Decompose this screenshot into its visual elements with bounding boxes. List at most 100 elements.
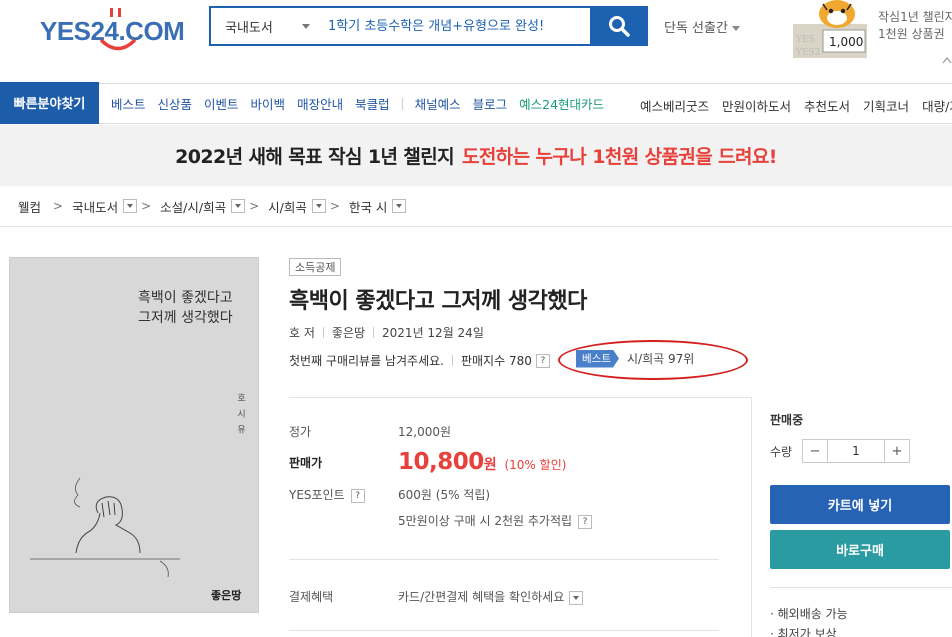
quick-category-button[interactable]: 빠른분야찾기 xyxy=(0,81,99,124)
book-meta: 호 저 좋은땅 2021년 12월 24일 xyxy=(289,324,484,341)
main-nav: 빠른분야찾기 베스트 신상품 이벤트 바이백 매장안내 북클럽 채널예스 블로그… xyxy=(0,81,952,124)
sale-status: 판매중 xyxy=(770,413,804,427)
quantity-input[interactable]: 1 xyxy=(827,440,885,462)
promo-tiger-image[interactable]: YES YES2 1,000 xyxy=(793,0,867,58)
cover-publisher: 좋은땅 xyxy=(211,589,242,602)
challenge-banner[interactable]: 2022년 새해 목표 작심 1년 챌린지 도전하는 누구나 1천원 상품권을 … xyxy=(0,125,952,186)
nav-item-channel[interactable]: 채널예스 xyxy=(415,94,461,113)
logo-smile-icon xyxy=(100,39,136,51)
cover-title-line1: 흑백이 좋겠다고 xyxy=(138,290,233,306)
nav-right-menu: 예스베리굿즈 만원이하도서 추천도서 기획코너 대량/기 xyxy=(640,96,952,115)
breadcrumb-dropdown-icon[interactable] xyxy=(231,199,246,213)
promo-amount: 1,000 xyxy=(829,35,864,49)
discount-rate: (10% 할인) xyxy=(504,458,567,472)
promo-text[interactable]: 작심1년 챌린지 1천원 상품권 xyxy=(878,9,952,43)
nav-item-store[interactable]: 매장안내 xyxy=(297,94,343,113)
yes24-logo[interactable]: YES24.COM xyxy=(40,8,185,53)
payment-benefit-value: 카드/간편결제 혜택을 확인하세요 xyxy=(398,590,565,604)
extra-point-text: 5만원이상 구매 시 2천원 추가적립 xyxy=(398,514,573,528)
info-divider xyxy=(289,559,719,560)
highlight-ellipse xyxy=(558,340,748,380)
chevron-right-icon: > xyxy=(249,199,260,213)
info-divider xyxy=(289,630,719,631)
sales-index: 판매지수 780 xyxy=(460,354,532,368)
yes-point-label: YES포인트 xyxy=(289,488,345,502)
nav-item-under10k[interactable]: 만원이하도서 xyxy=(722,96,791,115)
quantity-minus-button[interactable]: − xyxy=(803,440,827,462)
chevron-down-icon xyxy=(731,26,740,31)
logo-marks-icon xyxy=(110,8,121,17)
search-category-label: 국내도서 xyxy=(225,20,273,36)
chevron-right-icon: > xyxy=(329,199,340,213)
tiger-mascot-icon: YES YES2 xyxy=(793,0,867,58)
book-title: 흑백이 좋겠다고 그저께 생각했다 xyxy=(289,289,587,314)
chevron-down-icon[interactable] xyxy=(569,590,584,605)
help-icon[interactable]: ? xyxy=(350,488,365,503)
promo-line2: 1천원 상품권 xyxy=(878,27,945,41)
nav-item-best[interactable]: 베스트 xyxy=(111,94,146,113)
nav-separator xyxy=(401,97,403,110)
nav-item-planning[interactable]: 기획코너 xyxy=(863,96,909,115)
nav-item-buyback[interactable]: 바이백 xyxy=(251,94,286,113)
deduction-badge: 소득공제 xyxy=(289,258,342,276)
cover-title-line2: 그저께 생각했다 xyxy=(138,310,233,326)
search-category-select[interactable]: 국내도서 xyxy=(211,8,316,44)
sale-price-value: 10,800 xyxy=(398,449,484,475)
nav-item-card[interactable]: 예스24현대카드 xyxy=(519,94,604,113)
breadcrumb-item-korean-poetry[interactable]: 한국 시 xyxy=(349,197,387,216)
payment-benefit-label: 결제혜택 xyxy=(289,590,334,604)
quantity-label: 수량 xyxy=(770,445,793,459)
yes-point-label-row: YES포인트? xyxy=(289,486,365,503)
nav-item-goods[interactable]: 예스베리굿즈 xyxy=(640,96,709,115)
quantity-stepper: − 1 + xyxy=(802,439,910,463)
search-input[interactable] xyxy=(316,8,590,44)
overseas-shipping-note: · 해외배송 가능 xyxy=(770,607,848,621)
svg-text:YES2: YES2 xyxy=(795,48,820,58)
book-date: 2021년 12월 24일 xyxy=(382,326,484,340)
list-price-value: 12,000원 xyxy=(398,425,452,439)
quantity-plus-button[interactable]: + xyxy=(885,440,909,462)
scroll-up-arrow-icon[interactable] xyxy=(942,47,952,87)
curation-menu[interactable]: 단독 선출간 xyxy=(664,17,740,36)
book-cover-image[interactable]: 흑백이 좋겠다고 그저께 생각했다 호 시 유 좋은땅 xyxy=(9,257,259,613)
breadcrumb-item-literature[interactable]: 소설/시/희곡 xyxy=(160,197,226,216)
nav-item-blog[interactable]: 블로그 xyxy=(473,94,508,113)
nav-item-bulk[interactable]: 대량/기 xyxy=(922,96,952,115)
banner-text-main: 2022년 새해 목표 작심 1년 챌린지 xyxy=(175,146,455,168)
review-prompt-link[interactable]: 첫번째 구매리뷰를 남겨주세요. xyxy=(289,352,444,369)
svg-text:YES: YES xyxy=(795,35,815,45)
book-meta-review: 첫번째 구매리뷰를 남겨주세요. 판매지수 780 ? xyxy=(289,352,550,369)
breadcrumb-item-domestic[interactable]: 국내도서 xyxy=(72,197,118,216)
breadcrumb-dropdown-icon[interactable] xyxy=(311,199,326,213)
lowest-price-note: · 최저가 보상 xyxy=(770,627,837,637)
nav-menu: 베스트 신상품 이벤트 바이백 매장안내 북클럽 채널예스 블로그 예스24현대… xyxy=(111,94,616,113)
info-divider xyxy=(289,397,751,398)
nav-item-new[interactable]: 신상품 xyxy=(158,94,193,113)
meta-separator xyxy=(451,355,453,366)
help-icon[interactable]: ? xyxy=(535,353,550,368)
buy-now-button[interactable]: 바로구매 xyxy=(770,530,950,569)
banner-text-highlight: 도전하는 누구나 1천원 상품권을 드려요! xyxy=(462,146,777,168)
breadcrumb-dropdown-icon[interactable] xyxy=(392,199,407,213)
add-to-cart-button[interactable]: 카트에 넣기 xyxy=(770,485,950,524)
breadcrumb-dropdown-icon[interactable] xyxy=(123,199,138,213)
book-author[interactable]: 호 저 xyxy=(289,324,315,341)
sale-price-unit: 원 xyxy=(483,457,497,473)
help-icon[interactable]: ? xyxy=(578,514,593,529)
nav-item-event[interactable]: 이벤트 xyxy=(204,94,239,113)
purchase-panel: 판매중 수량 − 1 + 카트에 넣기 바로구매 · 해외배송 가능 · 최저가… xyxy=(751,397,952,637)
breadcrumb-home[interactable]: 웰컴 xyxy=(18,197,41,216)
nav-item-bookclub[interactable]: 북클럽 xyxy=(355,94,390,113)
search-bar: 국내도서 xyxy=(209,6,648,46)
promo-line1: 작심1년 챌린지 xyxy=(878,10,952,24)
payment-benefit-row[interactable]: 카드/간편결제 혜택을 확인하세요 xyxy=(398,588,584,605)
chevron-right-icon: > xyxy=(141,199,152,213)
list-price-label: 정가 xyxy=(289,425,312,439)
search-button[interactable] xyxy=(590,6,648,46)
cover-title: 흑백이 좋겠다고 그저께 생각했다 xyxy=(138,288,233,328)
book-publisher[interactable]: 좋은땅 xyxy=(332,324,365,341)
nav-item-recommend[interactable]: 추천도서 xyxy=(804,96,850,115)
yes-point-value: 600원 (5% 적립) xyxy=(398,488,491,502)
breadcrumb-item-poetry[interactable]: 시/희곡 xyxy=(268,197,307,216)
chevron-right-icon: > xyxy=(53,199,64,213)
